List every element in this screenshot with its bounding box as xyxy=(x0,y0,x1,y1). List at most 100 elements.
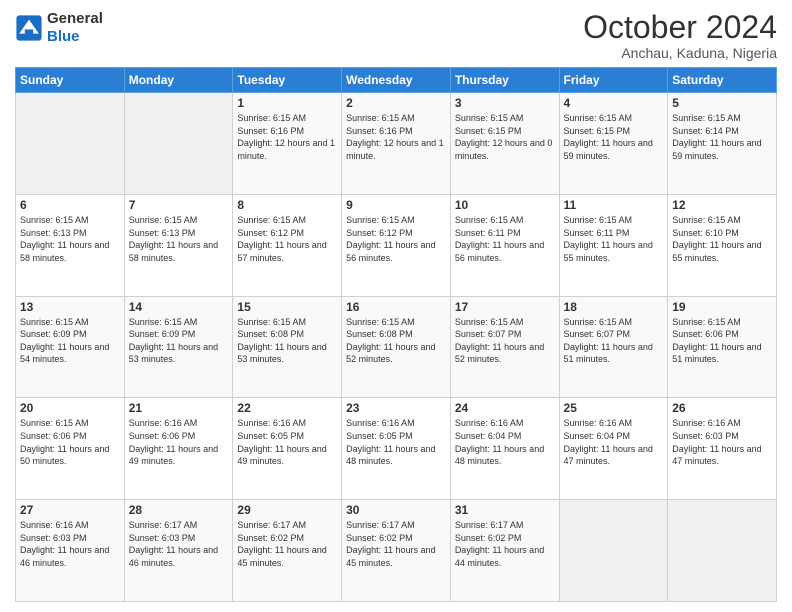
day-info: Sunrise: 6:17 AMSunset: 6:03 PMDaylight:… xyxy=(129,519,229,569)
day-number: 29 xyxy=(237,503,337,517)
calendar-cell: 18Sunrise: 6:15 AMSunset: 6:07 PMDayligh… xyxy=(559,296,668,398)
page: General Blue October 2024 Anchau, Kaduna… xyxy=(0,0,792,612)
calendar-cell: 16 Sunrise: 6:15 AMSunset: 6:08 PMDayligh… xyxy=(342,296,451,398)
day-info: Sunrise: 6:16 AMSunset: 6:04 PMDaylight:… xyxy=(564,417,664,467)
day-number: 25 xyxy=(564,401,664,415)
day-number: 4 xyxy=(564,96,664,110)
day-header-saturday: Saturday xyxy=(668,68,777,93)
day-info: Sunrise: 6:15 AMSunset: 6:13 PMDaylight:… xyxy=(129,214,229,264)
day-info: Sunrise: 6:15 AMSunset: 6:08 PMDaylight:… xyxy=(346,316,446,366)
calendar-week-1: 1 Sunrise: 6:15 AMSunset: 6:16 PMDaylight… xyxy=(16,93,777,195)
calendar-cell: 14 Sunrise: 6:15 AMSunset: 6:09 PMDayligh… xyxy=(124,296,233,398)
day-info: Sunrise: 6:15 AMSunset: 6:11 PMDaylight:… xyxy=(564,214,664,264)
day-info: Sunrise: 6:15 AMSunset: 6:16 PMDaylight:… xyxy=(346,112,446,162)
header: General Blue October 2024 Anchau, Kaduna… xyxy=(15,10,777,61)
calendar-cell: 8 Sunrise: 6:15 AMSunset: 6:12 PMDaylight… xyxy=(233,194,342,296)
day-number: 15 xyxy=(237,300,337,314)
month-title: October 2024 xyxy=(583,10,777,45)
calendar-cell: 31 Sunrise: 6:17 AMSunset: 6:02 PMDayligh… xyxy=(450,500,559,602)
logo: General Blue xyxy=(15,10,103,46)
calendar-cell: 11 Sunrise: 6:15 AMSunset: 6:11 PMDayligh… xyxy=(559,194,668,296)
day-info: Sunrise: 6:16 AMSunset: 6:05 PMDaylight:… xyxy=(237,417,337,467)
calendar-cell: 15 Sunrise: 6:15 AMSunset: 6:08 PMDayligh… xyxy=(233,296,342,398)
day-number: 31 xyxy=(455,503,555,517)
calendar-cell: 29Sunrise: 6:17 AMSunset: 6:02 PMDayligh… xyxy=(233,500,342,602)
calendar-cell: 12Sunrise: 6:15 AMSunset: 6:10 PMDayligh… xyxy=(668,194,777,296)
day-number: 19 xyxy=(672,300,772,314)
calendar-cell: 1 Sunrise: 6:15 AMSunset: 6:16 PMDaylight… xyxy=(233,93,342,195)
day-number: 20 xyxy=(20,401,120,415)
day-number: 8 xyxy=(237,198,337,212)
day-number: 26 xyxy=(672,401,772,415)
day-number: 11 xyxy=(564,198,664,212)
day-number: 28 xyxy=(129,503,229,517)
day-header-sunday: Sunday xyxy=(16,68,125,93)
day-info: Sunrise: 6:15 AMSunset: 6:13 PMDaylight:… xyxy=(20,214,120,264)
calendar-cell xyxy=(559,500,668,602)
calendar-week-5: 27 Sunrise: 6:16 AMSunset: 6:03 PMDayligh… xyxy=(16,500,777,602)
day-header-wednesday: Wednesday xyxy=(342,68,451,93)
day-number: 24 xyxy=(455,401,555,415)
calendar-cell xyxy=(16,93,125,195)
calendar-cell: 23 Sunrise: 6:16 AMSunset: 6:05 PMDayligh… xyxy=(342,398,451,500)
day-info: Sunrise: 6:15 AMSunset: 6:09 PMDaylight:… xyxy=(20,316,120,366)
calendar-week-3: 13Sunrise: 6:15 AMSunset: 6:09 PMDayligh… xyxy=(16,296,777,398)
calendar-week-2: 6 Sunrise: 6:15 AMSunset: 6:13 PMDaylight… xyxy=(16,194,777,296)
day-info: Sunrise: 6:15 AMSunset: 6:07 PMDaylight:… xyxy=(564,316,664,366)
day-number: 23 xyxy=(346,401,446,415)
calendar-cell: 26 Sunrise: 6:16 AMSunset: 6:03 PMDayligh… xyxy=(668,398,777,500)
day-number: 14 xyxy=(129,300,229,314)
day-info: Sunrise: 6:15 AMSunset: 6:11 PMDaylight:… xyxy=(455,214,555,264)
calendar-cell xyxy=(668,500,777,602)
title-block: October 2024 Anchau, Kaduna, Nigeria xyxy=(583,10,777,61)
day-header-friday: Friday xyxy=(559,68,668,93)
day-number: 1 xyxy=(237,96,337,110)
day-number: 27 xyxy=(20,503,120,517)
day-info: Sunrise: 6:15 AMSunset: 6:12 PMDaylight:… xyxy=(237,214,337,264)
calendar-cell xyxy=(124,93,233,195)
day-info: Sunrise: 6:16 AMSunset: 6:03 PMDaylight:… xyxy=(20,519,120,569)
day-info: Sunrise: 6:15 AMSunset: 6:14 PMDaylight:… xyxy=(672,112,772,162)
day-info: Sunrise: 6:16 AMSunset: 6:05 PMDaylight:… xyxy=(346,417,446,467)
day-info: Sunrise: 6:16 AMSunset: 6:06 PMDaylight:… xyxy=(129,417,229,467)
calendar-cell: 30 Sunrise: 6:17 AMSunset: 6:02 PMDayligh… xyxy=(342,500,451,602)
day-info: Sunrise: 6:16 AMSunset: 6:03 PMDaylight:… xyxy=(672,417,772,467)
day-info: Sunrise: 6:17 AMSunset: 6:02 PMDaylight:… xyxy=(455,519,555,569)
day-number: 22 xyxy=(237,401,337,415)
logo-icon xyxy=(15,14,43,42)
day-number: 10 xyxy=(455,198,555,212)
calendar-table: SundayMondayTuesdayWednesdayThursdayFrid… xyxy=(15,67,777,602)
day-info: Sunrise: 6:15 AMSunset: 6:10 PMDaylight:… xyxy=(672,214,772,264)
calendar-cell: 24Sunrise: 6:16 AMSunset: 6:04 PMDayligh… xyxy=(450,398,559,500)
day-number: 5 xyxy=(672,96,772,110)
calendar-cell: 4 Sunrise: 6:15 AMSunset: 6:15 PMDaylight… xyxy=(559,93,668,195)
calendar-cell: 5 Sunrise: 6:15 AMSunset: 6:14 PMDaylight… xyxy=(668,93,777,195)
logo-text: General Blue xyxy=(47,10,103,46)
day-info: Sunrise: 6:15 AMSunset: 6:15 PMDaylight:… xyxy=(455,112,555,162)
calendar-cell: 3 Sunrise: 6:15 AMSunset: 6:15 PMDaylight… xyxy=(450,93,559,195)
day-info: Sunrise: 6:15 AMSunset: 6:09 PMDaylight:… xyxy=(129,316,229,366)
calendar-header-row: SundayMondayTuesdayWednesdayThursdayFrid… xyxy=(16,68,777,93)
day-info: Sunrise: 6:15 AMSunset: 6:16 PMDaylight:… xyxy=(237,112,337,162)
day-number: 17 xyxy=(455,300,555,314)
day-number: 6 xyxy=(20,198,120,212)
calendar-cell: 22 Sunrise: 6:16 AMSunset: 6:05 PMDayligh… xyxy=(233,398,342,500)
calendar-cell: 25 Sunrise: 6:16 AMSunset: 6:04 PMDayligh… xyxy=(559,398,668,500)
day-info: Sunrise: 6:15 AMSunset: 6:06 PMDaylight:… xyxy=(20,417,120,467)
location: Anchau, Kaduna, Nigeria xyxy=(583,45,777,61)
day-number: 3 xyxy=(455,96,555,110)
calendar-cell: 13Sunrise: 6:15 AMSunset: 6:09 PMDayligh… xyxy=(16,296,125,398)
day-number: 21 xyxy=(129,401,229,415)
day-number: 30 xyxy=(346,503,446,517)
day-info: Sunrise: 6:15 AMSunset: 6:08 PMDaylight:… xyxy=(237,316,337,366)
calendar-cell: 19 Sunrise: 6:15 AMSunset: 6:06 PMDayligh… xyxy=(668,296,777,398)
calendar-cell: 27 Sunrise: 6:16 AMSunset: 6:03 PMDayligh… xyxy=(16,500,125,602)
day-info: Sunrise: 6:15 AMSunset: 6:15 PMDaylight:… xyxy=(564,112,664,162)
day-header-tuesday: Tuesday xyxy=(233,68,342,93)
calendar-cell: 20 Sunrise: 6:15 AMSunset: 6:06 PMDayligh… xyxy=(16,398,125,500)
day-info: Sunrise: 6:15 AMSunset: 6:06 PMDaylight:… xyxy=(672,316,772,366)
day-number: 9 xyxy=(346,198,446,212)
calendar-cell: 10 Sunrise: 6:15 AMSunset: 6:11 PMDayligh… xyxy=(450,194,559,296)
day-number: 16 xyxy=(346,300,446,314)
day-info: Sunrise: 6:17 AMSunset: 6:02 PMDaylight:… xyxy=(346,519,446,569)
